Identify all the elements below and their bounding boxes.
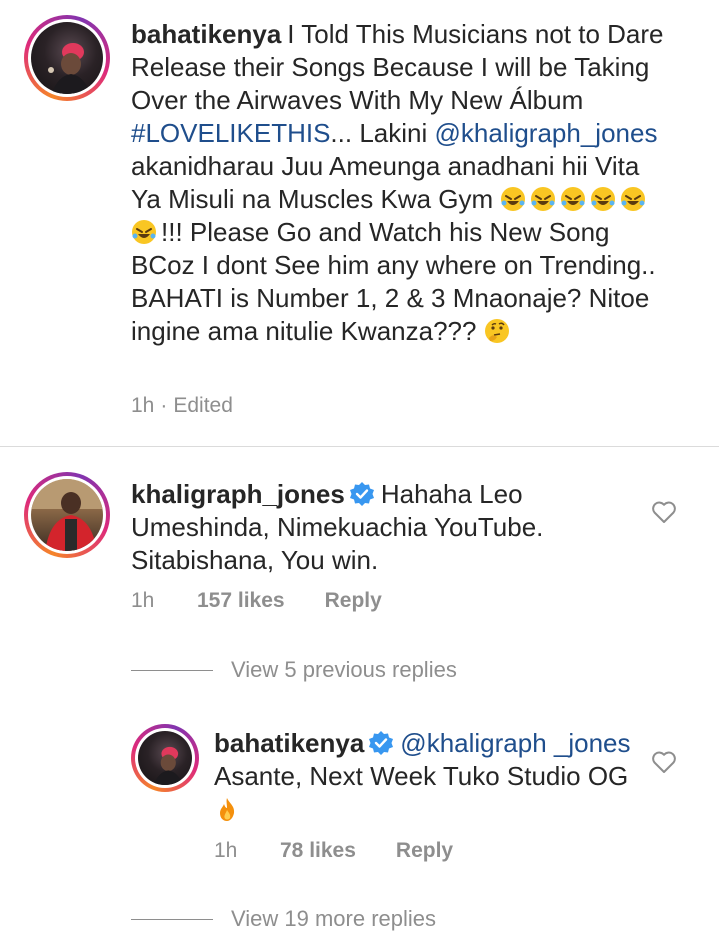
comment-time: 1h <box>131 589 155 612</box>
reply-reply-button[interactable]: Reply <box>396 839 453 863</box>
rolling-on-floor-laughing-icon <box>531 187 556 211</box>
post-username[interactable]: bahatikenya <box>131 19 281 49</box>
view-previous-replies[interactable]: View 5 previous replies <box>131 657 457 683</box>
avatar-khaligraph-jones[interactable] <box>24 472 110 558</box>
post-meta: 1h · Edited <box>131 394 233 418</box>
post-divider <box>0 446 719 447</box>
hashtag-link[interactable]: #LOVELIKETHIS <box>131 118 330 148</box>
comment-likes-count[interactable]: 157 likes <box>197 589 285 613</box>
comment-khaligraph-text: khaligraph_jones Hahaha Leo Umeshinda, Ni… <box>131 478 631 577</box>
avatar-bahatikenya[interactable] <box>24 15 110 101</box>
reply-like-heart-icon[interactable] <box>651 750 677 774</box>
post-edited-label: Edited <box>173 394 233 417</box>
rolling-on-floor-laughing-icon <box>561 187 586 211</box>
caption-text-b: ... Lakini <box>330 118 435 148</box>
mention-link[interactable]: @khaligraph_jones <box>434 118 657 148</box>
reply-likes-count[interactable]: 78 likes <box>280 839 356 863</box>
caption-text-d: !!! Please Go and Watch his New Song BCo… <box>131 217 656 346</box>
reply-time: 1h <box>214 839 238 862</box>
comment-reply-button[interactable]: Reply <box>325 589 382 613</box>
view-more-replies-label[interactable]: View 19 more replies <box>231 906 436 932</box>
rolling-on-floor-laughing-icon <box>132 220 156 244</box>
view-previous-replies-label[interactable]: View 5 previous replies <box>231 657 457 683</box>
reply-bahatikenya-text: bahatikenya @khaligraph _jones Asante, Ne… <box>214 727 634 826</box>
meta-separator: · <box>160 394 168 417</box>
fire-icon <box>220 798 235 821</box>
verified-badge-icon <box>369 731 394 755</box>
reply-meta: 1h 78 likes Reply <box>214 839 453 863</box>
reply-mention-link[interactable]: @khaligraph _jones <box>400 728 630 758</box>
rolling-on-floor-laughing-icon <box>621 187 646 211</box>
rolling-on-floor-laughing-icon <box>501 187 526 211</box>
reply-username[interactable]: bahatikenya <box>214 728 364 758</box>
comment-username[interactable]: khaligraph_jones <box>131 479 345 509</box>
replies-line <box>131 669 213 671</box>
rolling-on-floor-laughing-icon <box>591 187 616 211</box>
verified-badge-icon <box>349 482 374 506</box>
thinking-face-icon <box>484 319 509 343</box>
more-replies-line <box>131 918 213 920</box>
reply-body: Asante, Next Week Tuko Studio OG <box>214 761 629 791</box>
post-caption: bahatikenya I Told This Musicians not to … <box>131 18 671 348</box>
post-time: 1h <box>131 394 155 417</box>
view-more-replies[interactable]: View 19 more replies <box>131 906 436 932</box>
avatar-bahatikenya-reply[interactable] <box>131 724 199 792</box>
comment-meta: 1h 157 likes Reply <box>131 589 382 613</box>
like-heart-icon[interactable] <box>651 500 677 524</box>
